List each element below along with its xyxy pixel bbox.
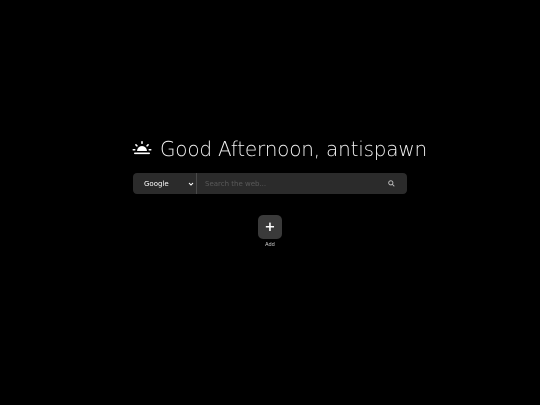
search-button[interactable] [381,173,401,194]
search-icon [387,180,395,187]
plus-icon: + [264,219,276,235]
greeting-text: Good Afternoon, antispawn [160,137,427,161]
search-input[interactable] [197,173,381,194]
search-bar: Google [133,173,407,194]
chevron-down-icon [188,182,194,186]
add-shortcut-button[interactable]: + [258,215,282,239]
new-tab-page: Good Afternoon, antispawn Google + Add [0,0,540,405]
search-engine-select[interactable]: Google [133,173,197,194]
sunrise-icon [132,141,152,155]
add-shortcut-label: Add [265,242,275,248]
search-engine-selected: Google [144,179,169,188]
greeting: Good Afternoon, antispawn [132,135,427,163]
